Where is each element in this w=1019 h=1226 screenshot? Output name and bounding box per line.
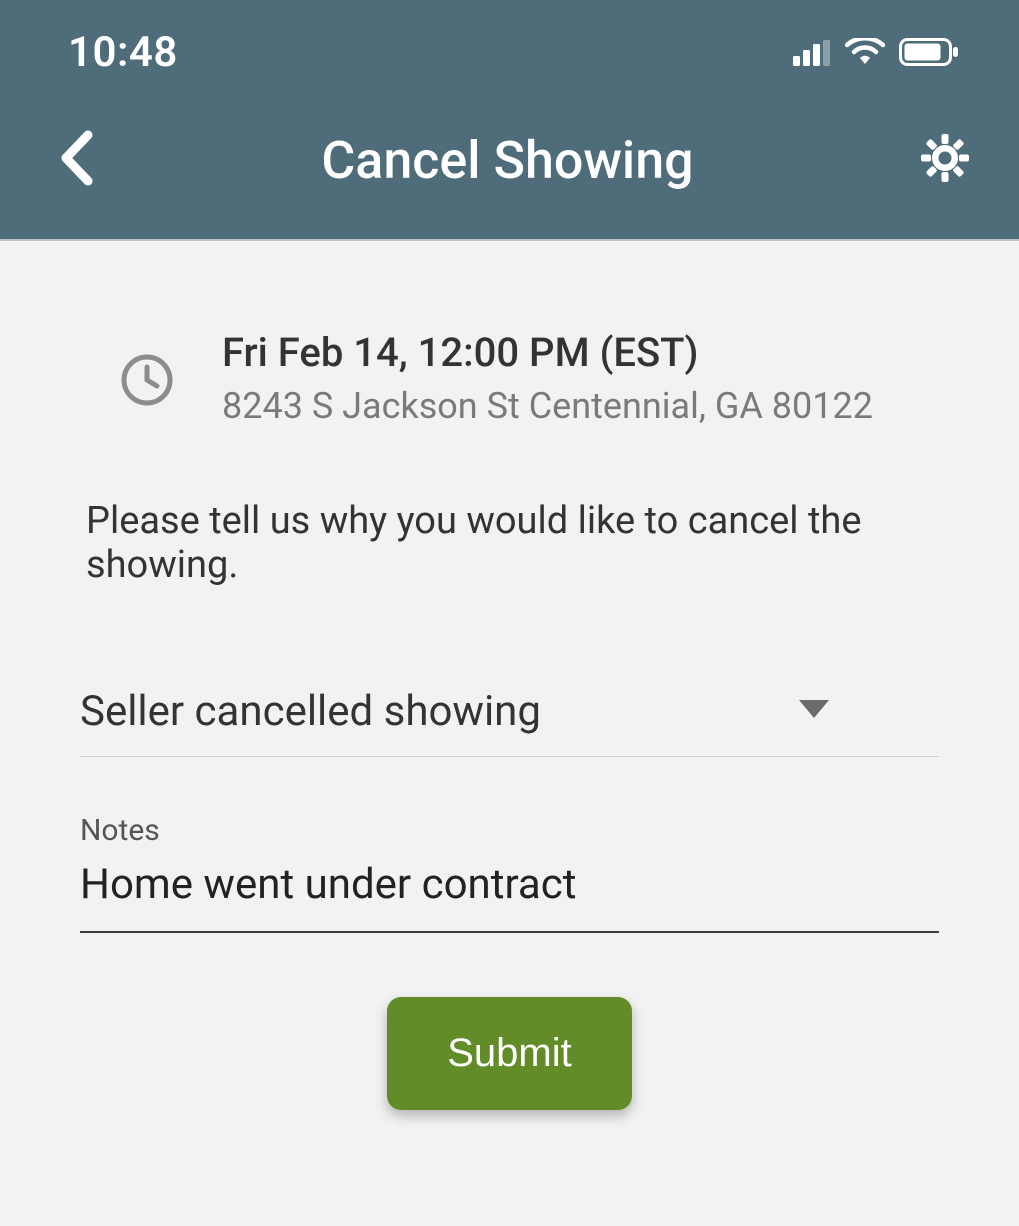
submit-wrap: Submit bbox=[80, 997, 939, 1110]
main-content: Fri Feb 14, 12:00 PM (EST) 8243 S Jackso… bbox=[0, 241, 1019, 1110]
cancel-prompt: Please tell us why you would like to can… bbox=[80, 499, 939, 587]
reason-dropdown[interactable]: Seller cancelled showing bbox=[80, 687, 939, 757]
showing-address: 8243 S Jackson St Centennial, GA 80122 bbox=[222, 382, 873, 431]
submit-button[interactable]: Submit bbox=[387, 997, 632, 1110]
app-header: 10:48 bbox=[0, 0, 1019, 241]
clock-icon bbox=[120, 329, 174, 411]
showing-details: Fri Feb 14, 12:00 PM (EST) 8243 S Jackso… bbox=[222, 329, 873, 431]
chevron-down-icon bbox=[799, 700, 829, 722]
cellular-icon bbox=[793, 28, 831, 77]
status-indicators bbox=[793, 28, 959, 77]
nav-bar: Cancel Showing bbox=[0, 87, 1019, 239]
wifi-icon bbox=[845, 28, 885, 77]
status-time: 10:48 bbox=[68, 28, 178, 77]
back-button[interactable] bbox=[56, 129, 96, 191]
settings-button[interactable] bbox=[919, 132, 971, 188]
showing-info: Fri Feb 14, 12:00 PM (EST) 8243 S Jackso… bbox=[80, 329, 939, 431]
notes-label: Notes bbox=[80, 813, 939, 848]
notes-field-wrapper: Notes bbox=[80, 813, 939, 933]
notes-input[interactable] bbox=[80, 856, 939, 933]
battery-icon bbox=[899, 28, 959, 77]
reason-selected: Seller cancelled showing bbox=[80, 687, 541, 736]
showing-datetime: Fri Feb 14, 12:00 PM (EST) bbox=[222, 329, 873, 376]
page-title: Cancel Showing bbox=[96, 130, 919, 191]
status-bar: 10:48 bbox=[0, 0, 1019, 87]
